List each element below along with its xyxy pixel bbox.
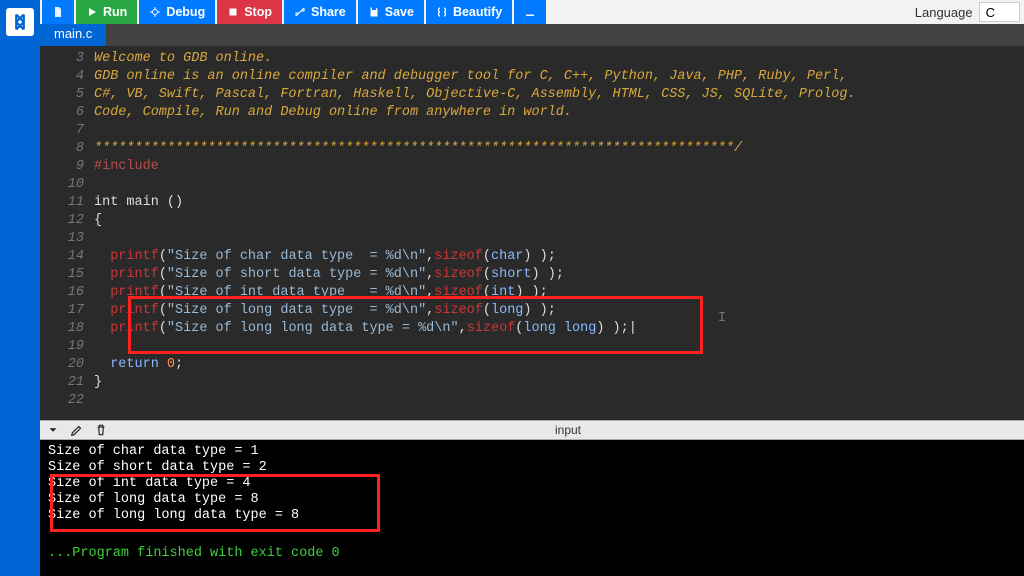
code-editor[interactable]: 345678910111213141516171819202122 Welcom… [40,46,1024,420]
download-button[interactable] [514,0,546,24]
save-label: Save [385,5,414,19]
edit-icon[interactable] [70,423,84,437]
trash-icon[interactable] [94,423,108,437]
toolbar: Run Debug Stop Share Save Beautify Langu… [40,0,1024,24]
chevron-down-icon[interactable] [46,423,60,437]
console-line: Size of int data type = 4 [48,476,1016,492]
stop-button[interactable]: Stop [217,0,282,24]
save-button[interactable]: Save [358,0,424,24]
input-tab-label[interactable]: input [118,423,1018,437]
debug-button[interactable]: Debug [139,0,215,24]
line-gutter: 345678910111213141516171819202122 [40,46,94,420]
run-button[interactable]: Run [76,0,137,24]
logo-icon [6,8,34,36]
debug-label: Debug [166,5,205,19]
tab-bar: main.c [40,24,1024,46]
panel-toolbar: input [40,420,1024,440]
language-select[interactable]: C [979,2,1020,22]
language-label: Language [915,5,973,20]
share-button[interactable]: Share [284,0,356,24]
stop-label: Stop [244,5,272,19]
console-line: Size of char data type = 1 [48,444,1016,460]
left-rail [0,0,40,576]
share-label: Share [311,5,346,19]
code-area[interactable]: Welcome to GDB online.GDB online is an o… [94,46,1024,420]
beautify-label: Beautify [453,5,502,19]
console-line: Size of short data type = 2 [48,460,1016,476]
beautify-button[interactable]: Beautify [426,0,512,24]
console-line: Size of long long data type = 8 [48,508,1016,524]
text-cursor-icon: I [718,311,726,326]
console-line: Size of long data type = 8 [48,492,1016,508]
output-console[interactable]: Size of char data type = 1Size of short … [40,440,1024,576]
run-label: Run [103,5,127,19]
tab-main-c[interactable]: main.c [40,24,106,46]
console-finish: ...Program finished with exit code 0 [48,546,1016,561]
new-file-button[interactable] [42,0,74,24]
